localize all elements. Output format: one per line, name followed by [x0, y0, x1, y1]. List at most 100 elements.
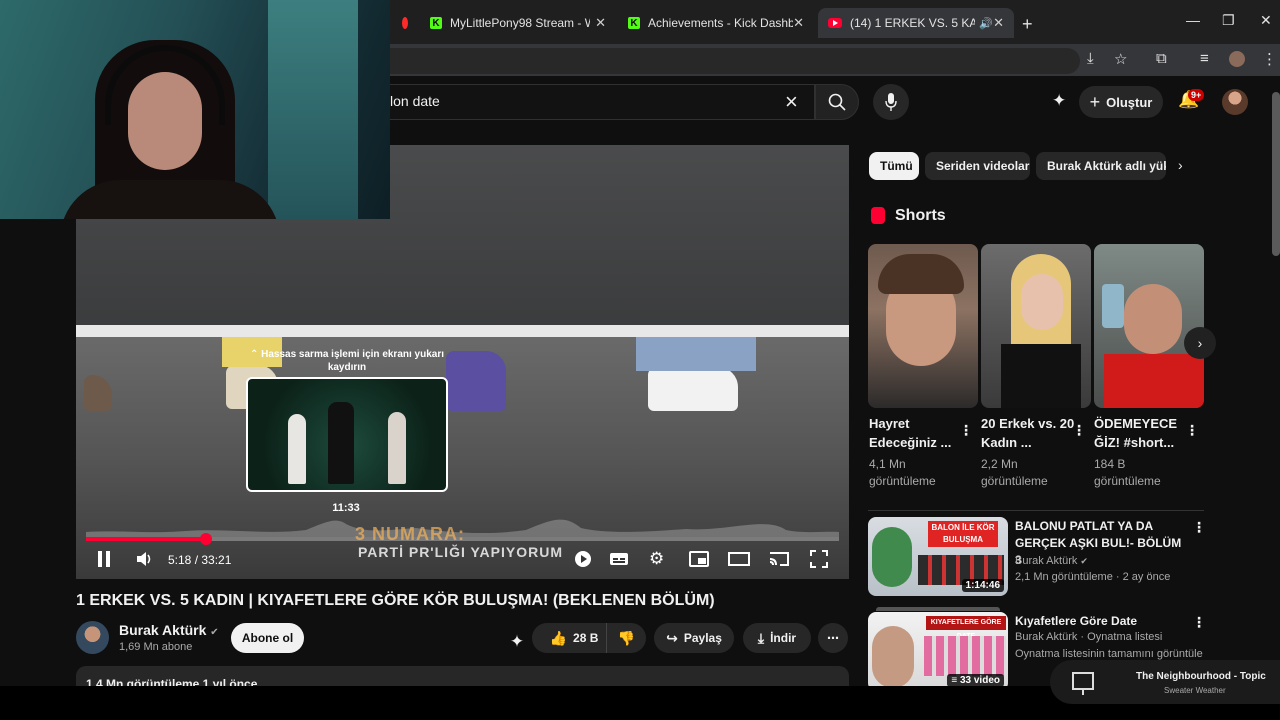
volume-icon — [137, 552, 151, 566]
views-unit: görüntüleme — [981, 474, 1048, 488]
clear-search-icon[interactable]: × — [785, 89, 798, 115]
share-button[interactable]: ↪ Paylaş — [654, 623, 734, 653]
preview-person — [328, 402, 354, 484]
youtube-icon — [828, 18, 842, 28]
voice-search-button[interactable] — [873, 84, 909, 120]
playlist-title-link[interactable]: Kıyafetlere Göre Date — [1015, 613, 1185, 630]
extensions-icon[interactable]: ⧉ — [1156, 50, 1167, 67]
subscriber-count: 1,69 Mn abone — [119, 641, 193, 653]
shorts-icon — [871, 207, 885, 224]
sparkle-icon[interactable]: ✦ — [1052, 91, 1066, 111]
short-menu-icon[interactable]: ⋮ — [1072, 422, 1086, 439]
thumb-caption: KIYAFETLERE GÖRE DATE — [926, 616, 1006, 640]
chip-series[interactable]: Seriden videolar — [925, 152, 1030, 180]
maximize-button[interactable]: ❐ — [1222, 12, 1235, 29]
settings-button[interactable]: ⚙ — [649, 549, 664, 569]
views-count: 4,1 Mn — [869, 457, 906, 471]
short-views: 4,1 Mn görüntüleme — [869, 456, 936, 490]
share-icon: ↪ — [666, 629, 678, 646]
video-menu-icon[interactable]: ⋮ — [1192, 519, 1206, 536]
pause-icon — [98, 551, 110, 567]
channel-avatar[interactable] — [76, 621, 109, 654]
close-icon[interactable]: ✕ — [993, 15, 1004, 31]
profile-avatar[interactable] — [1229, 51, 1245, 67]
kick-icon: K — [628, 17, 640, 29]
video-thumbnail[interactable]: BALON İLE KÖR BULUŞMA 1:14:46 — [868, 517, 1008, 596]
search-query: lon date — [390, 93, 440, 109]
volume-button[interactable] — [135, 549, 155, 574]
minimize-button[interactable]: — — [1186, 12, 1200, 28]
short-thumb-face — [1124, 284, 1182, 354]
dislike-button[interactable]: 👎 — [606, 623, 646, 653]
short-menu-icon[interactable]: ⋮ — [1185, 422, 1199, 439]
tab-label: MyLittlePony98 Stream - Watch — [450, 16, 590, 30]
tab-mylittlepony[interactable]: K MyLittlePony98 Stream - Watch ✕ — [420, 8, 616, 38]
video-caption-title: 3 NUMARA: — [355, 524, 465, 544]
install-icon[interactable]: ⤓ — [1087, 50, 1094, 67]
bookmark-star-icon[interactable]: ☆ — [1114, 50, 1127, 68]
short-title[interactable]: ÖDEMEYECE ĞİZ! #short... — [1094, 414, 1189, 452]
pause-button[interactable] — [96, 549, 112, 574]
autoplay-toggle[interactable] — [573, 549, 593, 574]
microphone-icon — [885, 93, 897, 111]
search-button[interactable] — [815, 84, 859, 120]
miniplayer-icon — [689, 551, 709, 567]
more-dots-icon: ⋯ — [827, 631, 839, 645]
close-icon[interactable]: ✕ — [793, 15, 804, 31]
close-icon[interactable]: ✕ — [595, 15, 606, 31]
page-scrollbar[interactable] — [1272, 92, 1280, 256]
media-control-icon[interactable]: ≡ — [1200, 50, 1209, 67]
playlist-thumbnail[interactable]: KIYAFETLERE GÖRE DATE ≡ 33 video — [868, 612, 1008, 691]
kick-icon: K — [430, 17, 442, 29]
download-button[interactable]: ⤓ İndir — [743, 623, 811, 653]
chip-all[interactable]: Tümü — [869, 152, 919, 180]
progress-scrubber-handle[interactable] — [199, 533, 212, 545]
video-channel[interactable]: Burak Aktürk ✔ — [1015, 553, 1088, 569]
tab-label: Achievements - Kick Dashboard — [648, 16, 793, 30]
video-caption-subtitle: PARTİ PR'LIĞI YAPIYORUM — [358, 544, 563, 560]
now-playing-artist: Sweater Weather — [1164, 686, 1226, 695]
chevron-right-icon[interactable]: › — [1178, 157, 1183, 173]
short-thumbnail[interactable] — [1094, 244, 1204, 408]
fullscreen-button[interactable] — [809, 549, 829, 574]
menu-dots-icon[interactable]: ⋮ — [1262, 50, 1277, 68]
duration-badge: 1:14:46 — [961, 579, 1004, 592]
account-avatar[interactable] — [1222, 89, 1248, 115]
music-widget-icon[interactable] — [1070, 670, 1096, 701]
shorts-next-button[interactable]: › — [1184, 327, 1216, 359]
playlist-channel[interactable]: Burak Aktürk · Oynatma listesi — [1015, 629, 1162, 645]
new-tab-button[interactable]: + — [1022, 14, 1033, 35]
video-frame-shoe — [648, 367, 738, 411]
views-unit: görüntüleme — [1094, 474, 1161, 488]
cast-button[interactable] — [768, 549, 790, 574]
miniplayer-button[interactable] — [689, 549, 709, 574]
tab-youtube[interactable]: (14) 1 ERKEK VS. 5 KADIN | 🔊 ✕ — [818, 8, 1014, 38]
channel-text: Burak Aktürk — [1015, 555, 1078, 567]
more-actions-button[interactable]: ⋯ — [818, 623, 848, 653]
short-menu-icon[interactable]: ⋮ — [959, 422, 973, 439]
thumbs-up-icon: 👍 — [549, 629, 568, 646]
playlist-menu-icon[interactable]: ⋮ — [1192, 614, 1206, 631]
create-button[interactable]: + Oluştur — [1079, 86, 1163, 118]
thumbs-down-icon: 👎 — [617, 629, 636, 646]
short-views: 2,2 Mn görüntüleme — [981, 456, 1048, 490]
short-title[interactable]: 20 Erkek vs. 20 Kadın ... — [981, 414, 1076, 452]
short-thumbnail[interactable] — [981, 244, 1091, 408]
sparkle-ask-icon[interactable]: ✦ — [506, 627, 528, 657]
like-button[interactable]: 👍 28 B — [532, 623, 616, 653]
playlist-icon: ≡ — [951, 675, 960, 686]
playlist-stack-edge — [876, 607, 1000, 611]
subscribe-button[interactable]: Abone ol — [231, 623, 304, 653]
tab-opera[interactable] — [392, 8, 418, 38]
short-thumbnail[interactable] — [868, 244, 978, 408]
short-title[interactable]: Hayret Edeceğiniz ... — [869, 414, 964, 452]
tab-achievements[interactable]: K Achievements - Kick Dashboard ✕ — [618, 8, 814, 38]
download-label: İndir — [770, 631, 797, 645]
close-window-button[interactable]: ✕ — [1260, 12, 1272, 29]
channel-name[interactable]: Burak Aktürk ✔ — [119, 622, 219, 638]
thumb-figure — [872, 527, 912, 587]
chip-channel-uploads[interactable]: Burak Aktürk adlı yükl — [1036, 152, 1166, 180]
theater-mode-button[interactable] — [728, 549, 750, 574]
mouse-cursor-icon — [1072, 672, 1094, 695]
subtitles-button[interactable] — [609, 549, 629, 574]
